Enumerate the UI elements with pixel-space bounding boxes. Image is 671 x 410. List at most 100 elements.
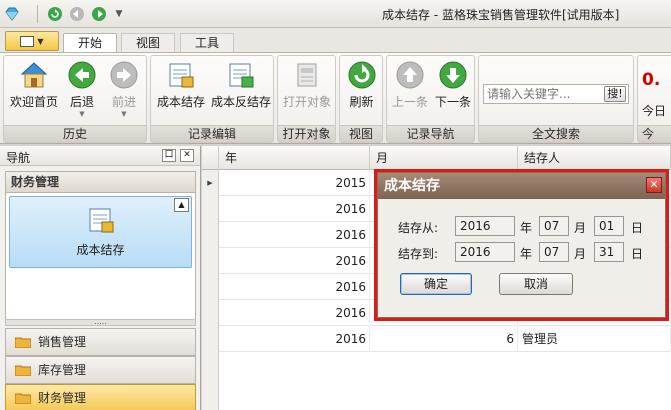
nav-section-finance[interactable]: 财务管理 xyxy=(5,171,196,193)
arrow-up-icon xyxy=(396,61,424,89)
nav-category-sales[interactable]: 销售管理 xyxy=(5,328,196,356)
dialog-title-bar[interactable]: 成本结存 ✕ xyxy=(378,173,665,199)
open-object-label: 打开对象 xyxy=(282,95,331,109)
group-label-history: 历史 xyxy=(4,125,146,142)
ledger-lock-icon xyxy=(89,208,113,233)
next-record-button[interactable]: 下一条 xyxy=(432,60,474,118)
from-month-field[interactable]: 07 xyxy=(539,216,569,236)
close-icon[interactable]: ✕ xyxy=(646,177,662,193)
from-label: 结存从: xyxy=(398,221,439,235)
forward-label: 前进 xyxy=(111,95,136,109)
ribbon: 欢迎首页 后退 ▼ 前进 ▼ 历史 成本结存 成本反结存 记录编辑 打开对象 打… xyxy=(0,52,671,144)
year-unit-label: 年 xyxy=(520,247,533,261)
dialog-title: 成本结存 xyxy=(384,178,440,194)
month-unit-label: 月 xyxy=(574,247,587,261)
search-box: 搜! xyxy=(483,84,629,104)
document-icon xyxy=(297,63,317,87)
cell-person[interactable]: 管理员 xyxy=(518,326,671,352)
cancel-button[interactable]: 取消 xyxy=(499,273,573,295)
from-day-field[interactable]: 01 xyxy=(594,216,624,236)
arrow-right-icon xyxy=(110,61,138,89)
forward-button[interactable]: 前进 ▼ xyxy=(104,60,144,118)
prev-record-button[interactable]: 上一条 xyxy=(389,60,431,118)
nav-category-inventory[interactable]: 库存管理 xyxy=(5,356,196,384)
close-icon[interactable]: ✕ xyxy=(180,149,194,162)
search-input[interactable] xyxy=(484,85,602,103)
table-row[interactable]: 2016 6 管理员 xyxy=(202,326,671,352)
refresh-button[interactable]: 刷新 xyxy=(342,60,381,118)
qat-customize-icon[interactable]: ▼ xyxy=(112,5,126,23)
open-object-button[interactable]: 打开对象 xyxy=(280,60,334,118)
group-record-nav: 上一条 下一条 记录导航 xyxy=(386,55,475,143)
arrow-left-icon xyxy=(68,61,96,89)
row-header xyxy=(202,196,219,222)
prev-record-label: 上一条 xyxy=(391,95,428,109)
back-button[interactable]: 后退 ▼ xyxy=(62,60,102,118)
group-view: 刷新 视图 xyxy=(339,55,383,143)
ok-button[interactable]: 确定 xyxy=(400,273,472,295)
pin-icon[interactable]: 口 xyxy=(162,149,176,162)
cell-year[interactable]: 2016 xyxy=(219,196,370,222)
column-header-month[interactable]: 月 xyxy=(370,146,518,170)
cost-unsettle-button[interactable]: 成本反结存 xyxy=(210,60,272,118)
cell-year[interactable]: 2016 xyxy=(219,300,370,326)
refresh-icon xyxy=(348,61,375,89)
folder-icon xyxy=(15,337,31,348)
chevron-up-icon[interactable]: ▲ xyxy=(174,198,189,212)
forward-small-icon[interactable] xyxy=(90,5,108,23)
nav-title: 导航 xyxy=(6,151,31,165)
cost-settle-button[interactable]: 成本结存 xyxy=(154,60,208,118)
column-header-person[interactable]: 结存人 xyxy=(518,146,671,170)
to-day-field[interactable]: 31 xyxy=(594,242,624,262)
ledger-lock-icon xyxy=(169,63,194,88)
nav-category-finance[interactable]: 财务管理 xyxy=(5,384,196,410)
to-label: 结存到: xyxy=(398,247,439,261)
app-logo-icon xyxy=(5,7,19,21)
to-year-field[interactable]: 2016 xyxy=(455,242,515,262)
cell-year[interactable]: 2016 xyxy=(219,274,370,300)
nav-splitter[interactable]: ..... xyxy=(5,318,196,326)
refresh-small-icon[interactable] xyxy=(46,5,64,23)
home-label: 欢迎首页 xyxy=(9,95,58,109)
year-unit-label: 年 xyxy=(520,221,533,235)
day-unit-label: 日 xyxy=(631,247,644,261)
group-record-edit: 成本结存 成本反结存 记录编辑 xyxy=(150,55,274,143)
folder-icon xyxy=(15,393,31,404)
tab-view[interactable]: 视图 xyxy=(121,33,175,52)
cost-unsettle-label: 成本反结存 xyxy=(210,95,271,109)
cell-month[interactable]: 6 xyxy=(370,326,518,352)
group-label-record-edit: 记录编辑 xyxy=(151,125,273,142)
group-today: 0. 今日 今 xyxy=(637,55,671,143)
cell-year[interactable]: 2016 xyxy=(219,248,370,274)
from-year-field[interactable]: 2016 xyxy=(455,216,515,236)
month-unit-label: 月 xyxy=(574,221,587,235)
tab-tools[interactable]: 工具 xyxy=(180,33,234,52)
app-menu-button[interactable]: ▼ xyxy=(5,31,59,51)
to-month-field[interactable]: 07 xyxy=(539,242,569,262)
today-value: 0. xyxy=(642,70,661,90)
group-search: 搜! 全文搜索 xyxy=(478,55,634,143)
search-go-button[interactable]: 搜! xyxy=(604,86,626,102)
row-header xyxy=(202,222,219,248)
cell-year[interactable]: 2015 xyxy=(219,170,370,196)
chevron-down-icon: ▼ xyxy=(37,36,44,46)
group-label-view: 视图 xyxy=(340,125,382,142)
cell-year[interactable]: 2016 xyxy=(219,222,370,248)
group-label-today: 今 xyxy=(638,125,671,142)
ledger-unlock-icon xyxy=(229,63,254,88)
group-label-search: 全文搜索 xyxy=(479,125,633,142)
nav-category-label: 销售管理 xyxy=(38,335,87,349)
nav-item-label: 成本结存 xyxy=(76,243,125,257)
app-menu-icon xyxy=(20,35,35,47)
nav-category-label: 财务管理 xyxy=(38,391,87,405)
cell-year[interactable]: 2016 xyxy=(219,326,370,352)
grid-header: 年 月 结存人 xyxy=(202,146,671,170)
nav-item-cost-settle[interactable]: 成本结存 xyxy=(9,196,192,268)
home-button[interactable]: 欢迎首页 xyxy=(6,60,62,118)
chevron-down-icon: ▼ xyxy=(79,110,85,118)
column-header-year[interactable]: 年 xyxy=(219,146,370,170)
row-header xyxy=(202,326,219,352)
back-small-icon[interactable] xyxy=(68,5,86,23)
tab-home[interactable]: 开始 xyxy=(63,33,117,53)
today-label: 今日 xyxy=(642,104,667,118)
